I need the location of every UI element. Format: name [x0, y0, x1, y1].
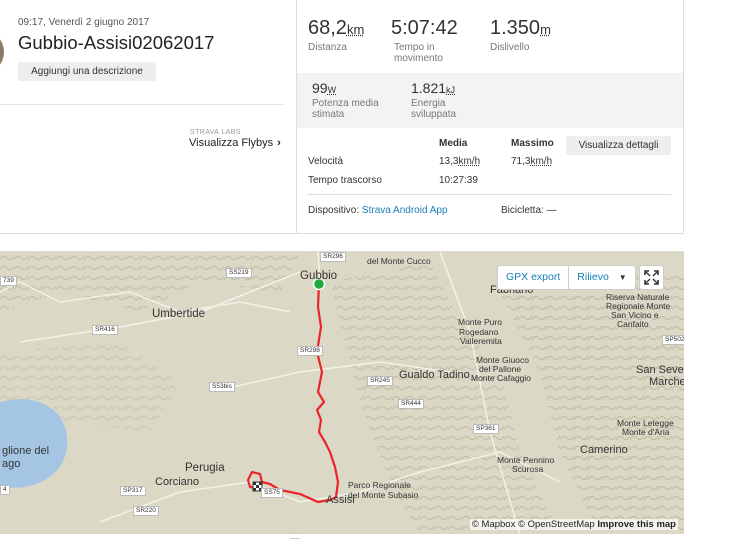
divider — [307, 194, 671, 195]
strava-labs-label: STRAVA LABS — [190, 129, 241, 136]
map-label-pennino-2: Scurosa — [512, 464, 544, 474]
terrain-dropdown-label: Rilievo — [577, 271, 609, 283]
road-ss219: SS219 — [226, 268, 252, 278]
stat-elevation-label: Dislivello — [490, 42, 530, 53]
activity-date: 09:17, Venerdì 2 giugno 2017 — [18, 17, 150, 28]
map-label-subasio-2: del Monte Subasio — [348, 490, 419, 500]
map-label-lago-1: glione del — [2, 445, 50, 457]
map-label-severino-2: Marche — [649, 376, 684, 388]
stat-energy-label: Energia sviluppata — [411, 98, 457, 120]
route-map[interactable]: Gubbio Umbertide Perugia Corciano Assisi… — [0, 251, 684, 534]
activity-card: 09:17, Venerdì 2 giugno 2017 Gubbio-Assi… — [0, 0, 684, 234]
stat-elevation: 1.350m Dislivello — [490, 17, 551, 53]
road-sr296: SR296 — [320, 252, 346, 262]
map-label-camerino: Camerino — [580, 444, 628, 456]
stat-energy-value: 1.821 — [411, 80, 447, 96]
stat-energy: 1.821kJ Energia sviluppata — [411, 80, 481, 120]
expand-icon — [644, 270, 659, 285]
map-label-perugia: Perugia — [185, 462, 225, 474]
stat-power-unit: W — [327, 85, 337, 95]
road-ss75: SS75 — [261, 488, 283, 498]
road-sp317: SP317 — [120, 486, 146, 496]
view-flybys-link[interactable]: Visualizza Flybys › — [189, 137, 281, 149]
bike-label: Bicicletta: — [501, 205, 544, 216]
stat-distance-unit: km — [346, 22, 365, 37]
stat-moving-time-value: 5:07:42 — [391, 17, 458, 39]
stat-distance-value: 68,2 — [308, 17, 347, 39]
elapsed-time-label: Tempo trascorso — [308, 175, 382, 186]
road-sr444: SR444 — [398, 399, 424, 409]
map-label-gubbio: Gubbio — [300, 270, 338, 282]
elapsed-time-value: 10:27:39 — [439, 175, 478, 186]
map-label-umbertide: Umbertide — [152, 308, 206, 320]
road-4: 4 — [0, 485, 10, 495]
speed-average: 13,3km/h — [439, 156, 481, 167]
resize-handle[interactable] — [290, 533, 300, 539]
map-attribution-text: © Mapbox © OpenStreetMap — [471, 519, 595, 530]
road-739: 739 — [0, 276, 17, 286]
gpx-export-button[interactable]: GPX export — [498, 266, 570, 289]
map-canvas — [0, 252, 684, 534]
stat-power-value: 99 — [312, 80, 328, 96]
device-link[interactable]: Strava Android App — [362, 205, 448, 216]
avatar[interactable] — [0, 30, 4, 74]
table-header-max: Massimo — [511, 138, 554, 149]
page: { "activity": { "date": "09:17, Venerdì … — [0, 0, 739, 539]
table-header-average: Media — [439, 138, 468, 149]
stat-distance-label: Distanza — [308, 42, 347, 53]
map-label-gualdo-tadino: Gualdo Tadino — [399, 369, 470, 381]
speed-label: Velocità — [308, 156, 344, 167]
road-sp502: SP502 — [662, 335, 684, 345]
stat-elevation-value: 1.350 — [490, 17, 541, 39]
map-label-riserva-4: Canfaito — [617, 319, 649, 329]
caret-down-icon: ▼ — [618, 273, 627, 282]
stat-power-label: Potenza media stimata — [312, 98, 379, 120]
add-description-button[interactable]: Aggiungi una descrizione — [18, 62, 156, 81]
stat-moving-time-label: Tempo in movimento — [394, 42, 443, 64]
view-details-button[interactable]: Visualizza dettagli — [566, 136, 671, 155]
device-label: Dispositivo: — [308, 205, 360, 216]
stat-energy-unit: kJ — [446, 85, 456, 95]
road-sr416: SR416 — [92, 325, 118, 335]
map-label-giuoco-3: Monte Cafaggio — [471, 373, 532, 383]
map-label-monte-cucco: del Monte Cucco — [367, 256, 431, 266]
map-label-lago-2: ago — [2, 458, 21, 470]
road-sr220: SR220 — [133, 506, 159, 516]
terrain-dropdown[interactable]: Rilievo ▼ — [569, 266, 634, 289]
stat-power: 99W Potenza media stimata — [312, 80, 392, 120]
activity-stats: 68,2km Distanza 5:07:42 Tempo in movimen… — [297, 0, 683, 233]
bike-info: Bicicletta: — — [501, 205, 557, 216]
chevron-right-icon: › — [277, 137, 281, 149]
stat-elevation-unit: m — [540, 22, 551, 37]
road-sr245: SR245 — [367, 376, 393, 386]
map-controls: GPX export Rilievo ▼ — [497, 265, 636, 290]
map-attribution: © Mapbox © OpenStreetMap Improve this ma… — [469, 519, 678, 530]
road-sr298: SR298 — [297, 346, 323, 356]
divider — [0, 104, 284, 105]
map-label-corciano: Corciano — [155, 476, 200, 488]
view-flybys-label: Visualizza Flybys — [189, 137, 274, 149]
map-label-puro-3: Valleremita — [460, 336, 502, 346]
road-sp361: SP361 — [473, 424, 499, 434]
activity-title: Gubbio-Assisi02062017 — [18, 32, 215, 53]
improve-map-link[interactable]: Improve this map — [597, 519, 676, 530]
map-label-subasio-1: Parco Regionale — [348, 480, 411, 490]
road-s53bis: S53bis — [209, 382, 235, 392]
fullscreen-button[interactable] — [639, 265, 664, 290]
map-label-puro-1: Monte Puro — [458, 317, 502, 327]
map-label-letegge-2: Monte d'Aria — [622, 427, 670, 437]
speed-max: 71,3km/h — [511, 156, 553, 167]
bike-value: — — [546, 205, 557, 216]
stat-distance: 68,2km Distanza — [308, 17, 364, 53]
map-label-severino-1: San Seve — [636, 364, 684, 376]
stat-moving-time: 5:07:42 Tempo in movimento — [391, 17, 471, 64]
device-info: Dispositivo: Strava Android App — [308, 205, 448, 216]
activity-header: 09:17, Venerdì 2 giugno 2017 Gubbio-Assi… — [0, 0, 297, 233]
